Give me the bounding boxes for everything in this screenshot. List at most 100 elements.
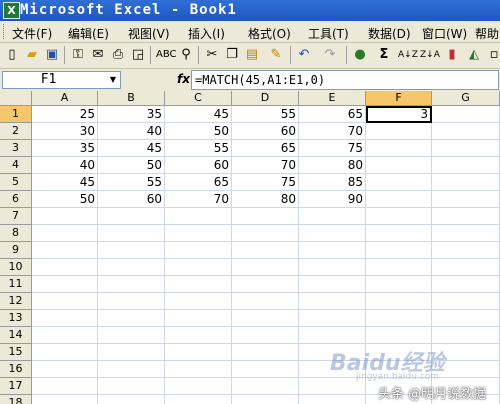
cell[interactable] — [366, 191, 432, 208]
row-header-14[interactable]: 14 — [0, 327, 32, 344]
email-icon[interactable]: ✉ — [90, 47, 106, 63]
cell[interactable]: 45 — [165, 106, 232, 123]
cell[interactable] — [432, 174, 500, 191]
column-header-g[interactable]: G — [432, 91, 500, 106]
cell[interactable] — [232, 378, 299, 395]
cell[interactable]: 35 — [32, 140, 98, 157]
row-header-2[interactable]: 2 — [0, 123, 32, 140]
cell[interactable] — [299, 225, 366, 242]
cell[interactable] — [299, 276, 366, 293]
cell[interactable] — [299, 208, 366, 225]
permission-icon[interactable]: ⚿ — [70, 47, 86, 63]
cell[interactable] — [32, 276, 98, 293]
cell[interactable] — [432, 293, 500, 310]
cell[interactable] — [366, 225, 432, 242]
cell[interactable] — [432, 140, 500, 157]
cell[interactable] — [366, 276, 432, 293]
row-header-4[interactable]: 4 — [0, 157, 32, 174]
cell[interactable] — [165, 327, 232, 344]
cell[interactable] — [98, 259, 165, 276]
cell[interactable] — [98, 361, 165, 378]
cell[interactable]: 45 — [32, 174, 98, 191]
open-icon[interactable]: ▰ — [24, 47, 40, 63]
cell[interactable] — [98, 395, 165, 404]
cell[interactable] — [232, 208, 299, 225]
save-icon[interactable]: ▣ — [44, 47, 60, 63]
cell[interactable] — [232, 225, 299, 242]
cell[interactable] — [299, 327, 366, 344]
autosum-icon[interactable]: Σ — [376, 47, 392, 63]
cell[interactable]: 80 — [299, 157, 366, 174]
cell[interactable] — [98, 208, 165, 225]
cell[interactable] — [165, 259, 232, 276]
cell[interactable] — [299, 242, 366, 259]
cell[interactable]: 40 — [98, 123, 165, 140]
cell[interactable]: 60 — [165, 157, 232, 174]
cell[interactable] — [366, 140, 432, 157]
cell[interactable]: 50 — [32, 191, 98, 208]
row-header-15[interactable]: 15 — [0, 344, 32, 361]
zoom-icon[interactable]: ▫ — [486, 47, 500, 63]
cell[interactable] — [366, 157, 432, 174]
cut-icon[interactable]: ✂ — [204, 47, 220, 63]
cell[interactable] — [165, 310, 232, 327]
cell[interactable] — [432, 106, 500, 123]
cell[interactable] — [366, 242, 432, 259]
cell[interactable] — [98, 276, 165, 293]
cell[interactable] — [232, 361, 299, 378]
cell[interactable] — [165, 208, 232, 225]
cell[interactable] — [432, 276, 500, 293]
row-header-10[interactable]: 10 — [0, 259, 32, 276]
row-header-17[interactable]: 17 — [0, 378, 32, 395]
column-header-d[interactable]: D — [232, 91, 299, 106]
format-painter-icon[interactable]: ✎ — [268, 47, 284, 63]
cell[interactable] — [165, 361, 232, 378]
row-header-5[interactable]: 5 — [0, 174, 32, 191]
cell[interactable] — [98, 225, 165, 242]
cell[interactable]: 60 — [98, 191, 165, 208]
cell[interactable] — [98, 344, 165, 361]
cell[interactable] — [32, 242, 98, 259]
row-header-8[interactable]: 8 — [0, 225, 32, 242]
cell[interactable] — [432, 191, 500, 208]
cell[interactable]: 40 — [32, 157, 98, 174]
cell[interactable] — [299, 293, 366, 310]
cell[interactable] — [32, 293, 98, 310]
cell[interactable] — [232, 344, 299, 361]
column-header-a[interactable]: A — [32, 91, 98, 106]
row-header-7[interactable]: 7 — [0, 208, 32, 225]
column-header-f[interactable]: F — [366, 91, 432, 106]
cell[interactable]: 25 — [32, 106, 98, 123]
row-header-6[interactable]: 6 — [0, 191, 32, 208]
menu-tools[interactable]: 工具(T) — [308, 25, 349, 42]
cell[interactable]: 45 — [98, 140, 165, 157]
formula-input[interactable]: =MATCH(45,A1:E1,0) — [191, 70, 499, 90]
spelling-icon[interactable]: ABC — [156, 47, 177, 63]
menu-view[interactable]: 视图(V) — [128, 25, 170, 42]
cell[interactable] — [232, 327, 299, 344]
cell[interactable] — [232, 395, 299, 404]
menu-format[interactable]: 格式(O) — [248, 25, 291, 42]
excel-app-icon[interactable]: X — [3, 2, 20, 19]
cell[interactable] — [366, 293, 432, 310]
cell[interactable] — [366, 174, 432, 191]
cell[interactable] — [232, 310, 299, 327]
cell[interactable] — [232, 276, 299, 293]
cell[interactable]: 70 — [299, 123, 366, 140]
redo-icon[interactable]: ↷ — [322, 47, 338, 63]
row-header-16[interactable]: 16 — [0, 361, 32, 378]
cell[interactable] — [165, 276, 232, 293]
cell[interactable] — [32, 378, 98, 395]
menu-insert[interactable]: 插入(I) — [188, 25, 225, 42]
cell[interactable] — [432, 123, 500, 140]
row-header-13[interactable]: 13 — [0, 310, 32, 327]
cell[interactable] — [32, 327, 98, 344]
cell[interactable] — [232, 293, 299, 310]
active-cell[interactable]: 3 — [366, 106, 432, 123]
cell[interactable] — [165, 225, 232, 242]
insert-function-icon[interactable]: fx — [177, 72, 190, 86]
cell[interactable]: 90 — [299, 191, 366, 208]
cell[interactable] — [98, 242, 165, 259]
cell[interactable] — [32, 225, 98, 242]
name-box[interactable]: F1 ▼ — [2, 71, 121, 89]
